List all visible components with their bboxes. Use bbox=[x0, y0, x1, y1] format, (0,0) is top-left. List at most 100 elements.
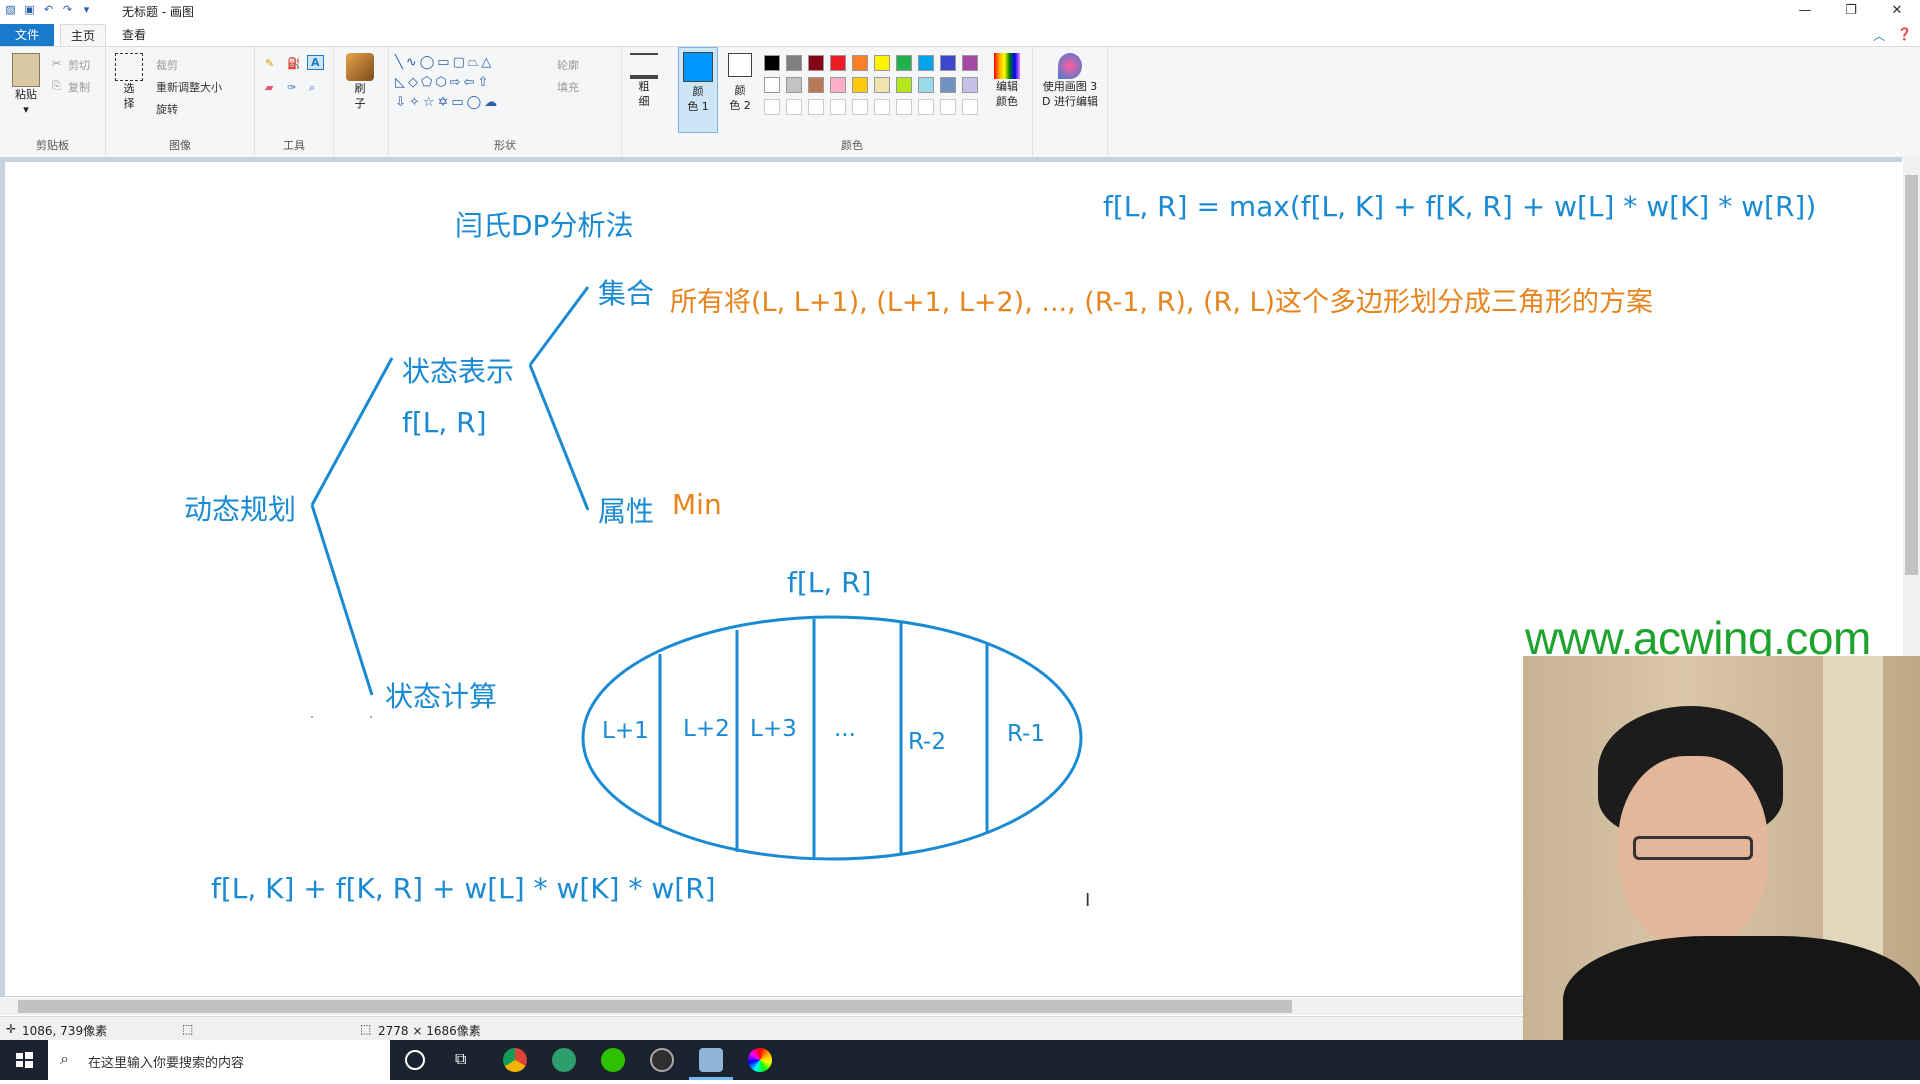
paint-taskbar-icon[interactable] bbox=[699, 1048, 723, 1072]
fill-bucket-icon[interactable]: ⛽ bbox=[287, 57, 301, 70]
redo-icon[interactable]: ↷ bbox=[61, 3, 74, 16]
down-arrow-shape-icon[interactable]: ⇩ bbox=[395, 95, 409, 110]
app-store-icon[interactable] bbox=[552, 1048, 576, 1072]
star4-shape-icon[interactable]: ✧ bbox=[409, 95, 423, 110]
restore-button[interactable]: ❐ bbox=[1828, 0, 1874, 22]
oval-shape-icon[interactable]: ◯ bbox=[420, 55, 438, 70]
palette-swatch[interactable] bbox=[808, 55, 824, 71]
palette-swatch[interactable] bbox=[874, 77, 890, 93]
color-picker-icon[interactable]: ✑ bbox=[287, 81, 296, 94]
left-arrow-shape-icon[interactable]: ⇦ bbox=[464, 75, 478, 90]
outline-button[interactable]: 轮廓 bbox=[557, 57, 579, 73]
vertical-scroll-thumb[interactable] bbox=[1905, 175, 1918, 575]
undo-icon[interactable]: ↶ bbox=[42, 3, 55, 16]
pentagon-shape-icon[interactable]: ⬠ bbox=[421, 75, 435, 90]
palette-swatch[interactable] bbox=[874, 55, 890, 71]
close-button[interactable]: ✕ bbox=[1874, 0, 1920, 22]
select-button[interactable]: 选 择 bbox=[114, 53, 144, 111]
palette-swatch[interactable] bbox=[830, 77, 846, 93]
start-button[interactable] bbox=[0, 1040, 48, 1080]
palette-swatch[interactable] bbox=[918, 55, 934, 71]
palette-swatch[interactable] bbox=[962, 77, 978, 93]
pencil-icon[interactable]: ✎ bbox=[265, 57, 274, 70]
polygon-shape-icon[interactable]: ⏢ bbox=[468, 55, 481, 70]
rounded-rect-shape-icon[interactable]: ▢ bbox=[453, 55, 468, 70]
callout-rect-shape-icon[interactable]: ▭ bbox=[451, 95, 466, 110]
diamond-shape-icon[interactable]: ◇ bbox=[408, 75, 421, 90]
horizontal-scroll-thumb[interactable] bbox=[18, 1000, 1292, 1013]
edit-colors-button[interactable]: 编辑 颜色 bbox=[986, 53, 1028, 109]
rotate-button[interactable]: 旋转 bbox=[156, 101, 178, 117]
collapse-ribbon-icon[interactable]: ︿ bbox=[1873, 27, 1885, 44]
palette-swatch[interactable] bbox=[830, 55, 846, 71]
star6-shape-icon[interactable]: ✡ bbox=[437, 95, 451, 110]
palette-swatch[interactable] bbox=[786, 55, 802, 71]
custom-color-slot[interactable] bbox=[896, 99, 912, 115]
palette-swatch[interactable] bbox=[896, 77, 912, 93]
right-triangle-shape-icon[interactable]: ◺ bbox=[395, 75, 408, 90]
tab-view[interactable]: 查看 bbox=[112, 24, 156, 46]
brushes-button[interactable]: 刷 子 bbox=[342, 53, 378, 111]
right-arrow-shape-icon[interactable]: ⇨ bbox=[450, 75, 464, 90]
obs-icon[interactable] bbox=[650, 1048, 674, 1072]
callout-oval-shape-icon[interactable]: ◯ bbox=[467, 95, 485, 110]
custom-color-slot[interactable] bbox=[786, 99, 802, 115]
palette-swatch[interactable] bbox=[852, 77, 868, 93]
palette-swatch[interactable] bbox=[940, 77, 956, 93]
customize-quick-access-icon[interactable]: ▾ bbox=[80, 3, 93, 16]
fill-button[interactable]: 填充 bbox=[557, 79, 579, 95]
cloud-shape-icon[interactable]: ☁ bbox=[484, 95, 500, 110]
color2-button[interactable]: 颜 色 2 bbox=[722, 49, 758, 113]
palette-swatch[interactable] bbox=[764, 77, 780, 93]
star5-shape-icon[interactable]: ☆ bbox=[423, 95, 438, 110]
shapes-gallery[interactable]: ╲∿◯▭▢⏢△ ◺◇⬠⬡⇨⇦⇧ ⇩✧☆✡▭◯☁ bbox=[395, 53, 545, 113]
task-view-icon[interactable]: ⧉ bbox=[455, 1049, 466, 1069]
tab-home[interactable]: 主页 bbox=[60, 24, 106, 47]
eraser-icon[interactable]: ▰ bbox=[265, 81, 273, 94]
line-shape-icon[interactable]: ╲ bbox=[395, 55, 406, 70]
rectangle-shape-icon[interactable]: ▭ bbox=[437, 55, 452, 70]
palette-swatch[interactable] bbox=[896, 55, 912, 71]
resize-button[interactable]: 重新调整大小 bbox=[156, 79, 222, 95]
tab-file[interactable]: 文件 bbox=[0, 24, 54, 46]
cut-button[interactable]: 剪切 bbox=[68, 57, 90, 73]
wechat-icon[interactable] bbox=[601, 1048, 625, 1072]
palette-swatch[interactable] bbox=[786, 77, 802, 93]
save-icon[interactable]: ▣ bbox=[23, 3, 36, 16]
triangle-shape-icon[interactable]: △ bbox=[481, 55, 494, 70]
text-tool-icon[interactable]: A bbox=[307, 55, 324, 70]
up-arrow-shape-icon[interactable]: ⇧ bbox=[477, 75, 491, 90]
quick-access-toolbar: ▨ ▣ ↶ ↷ ▾ bbox=[4, 3, 93, 16]
chrome-icon[interactable] bbox=[503, 1048, 527, 1072]
custom-color-slot[interactable] bbox=[874, 99, 890, 115]
palette-swatch[interactable] bbox=[808, 77, 824, 93]
taskbar-search-box[interactable]: ⌕ 在这里输入你要搜索的内容 bbox=[48, 1040, 390, 1080]
copy-button[interactable]: 复制 bbox=[68, 79, 90, 95]
hexagon-shape-icon[interactable]: ⬡ bbox=[435, 75, 449, 90]
custom-color-slot[interactable] bbox=[852, 99, 868, 115]
palette-swatch[interactable] bbox=[852, 55, 868, 71]
custom-color-slot[interactable] bbox=[830, 99, 846, 115]
magnifier-icon[interactable]: ⌕ bbox=[309, 81, 315, 95]
palette-swatch[interactable] bbox=[918, 77, 934, 93]
edit-with-paint3d-button[interactable]: 使用画图 3 D 进行编辑 bbox=[1035, 53, 1105, 109]
custom-color-slot[interactable] bbox=[940, 99, 956, 115]
webcam-overlay bbox=[1523, 656, 1920, 1080]
minimize-button[interactable]: — bbox=[1782, 0, 1828, 22]
custom-color-slot[interactable] bbox=[808, 99, 824, 115]
edit-colors-label-1: 编辑 bbox=[996, 80, 1018, 93]
custom-color-slot[interactable] bbox=[962, 99, 978, 115]
paste-button[interactable]: 粘贴 ▾ bbox=[8, 53, 44, 117]
size-button[interactable]: 粗 细 bbox=[626, 53, 662, 109]
help-icon[interactable]: ❓ bbox=[1897, 27, 1912, 44]
color-wheel-icon[interactable] bbox=[748, 1048, 772, 1072]
palette-swatch[interactable] bbox=[940, 55, 956, 71]
custom-color-slot[interactable] bbox=[918, 99, 934, 115]
color1-button[interactable]: 颜 色 1 bbox=[678, 47, 718, 133]
custom-color-slot[interactable] bbox=[764, 99, 780, 115]
cortana-icon[interactable] bbox=[405, 1050, 425, 1070]
palette-swatch[interactable] bbox=[962, 55, 978, 71]
curve-shape-icon[interactable]: ∿ bbox=[406, 55, 420, 70]
palette-swatch[interactable] bbox=[764, 55, 780, 71]
crop-button[interactable]: 裁剪 bbox=[156, 57, 178, 73]
